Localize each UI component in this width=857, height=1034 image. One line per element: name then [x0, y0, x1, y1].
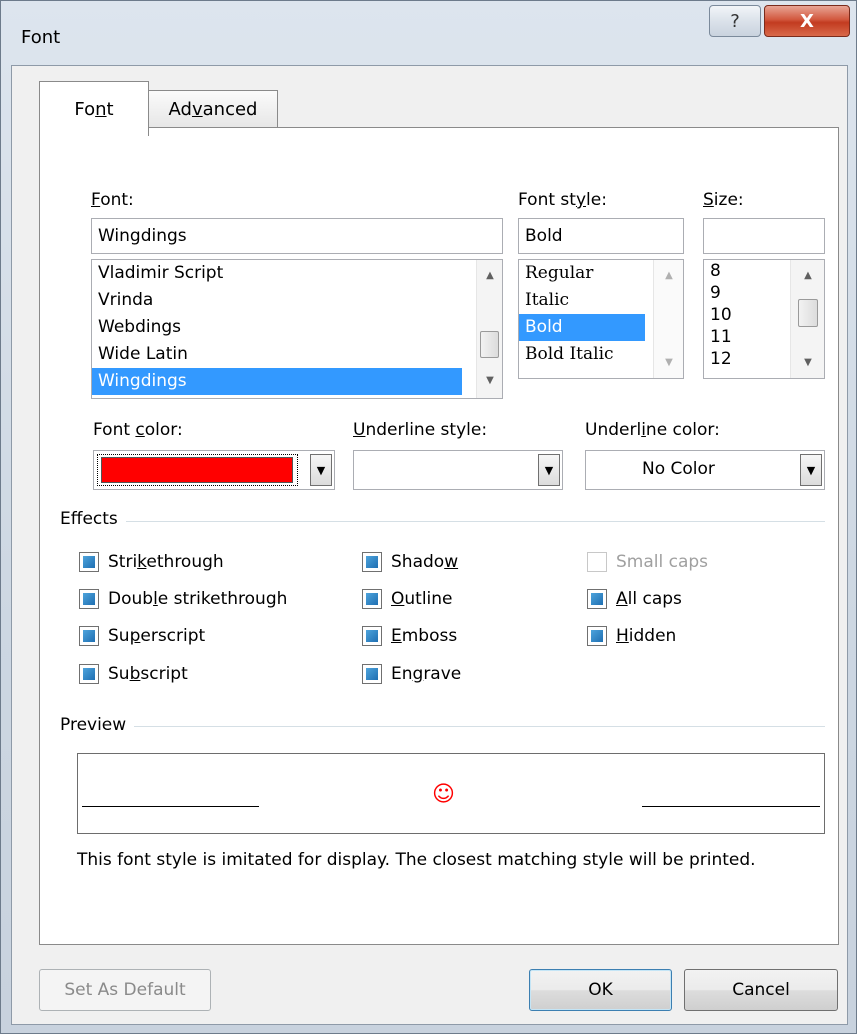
checkbox-indeterminate-icon	[587, 589, 607, 609]
dialog-client: Advanced Font Font: Font style: Size: Wi…	[11, 65, 848, 1025]
smiley-icon: ☺	[432, 782, 455, 807]
chevron-down-icon[interactable]: ▼	[800, 454, 822, 486]
shadow-checkbox[interactable]: Shadow	[362, 552, 458, 572]
scroll-down-arrow-icon[interactable]: ▼	[480, 371, 500, 391]
size-input[interactable]	[703, 218, 825, 254]
font-style-label: Font style:	[518, 190, 607, 210]
scroll-thumb[interactable]	[480, 331, 499, 358]
superscript-checkbox[interactable]: Superscript	[79, 626, 205, 646]
cancel-button[interactable]: Cancel	[684, 969, 838, 1011]
checkbox-indeterminate-icon	[79, 626, 99, 646]
outline-label: Outline	[391, 589, 453, 609]
font-tab-panel: Font: Font style: Size: Wingdings Bold V…	[39, 127, 839, 945]
list-item[interactable]: Vrinda	[92, 287, 502, 314]
font-color-label: Font color:	[93, 420, 183, 440]
list-item-selected[interactable]: Wingdings	[92, 368, 462, 395]
scroll-up-arrow-icon[interactable]: ▲	[480, 266, 500, 286]
checkbox-indeterminate-icon	[362, 552, 382, 572]
help-icon: ?	[730, 10, 740, 32]
outline-checkbox[interactable]: Outline	[362, 589, 453, 609]
font-color-swatch	[101, 457, 293, 483]
checkbox-indeterminate-icon	[362, 664, 382, 684]
tab-font[interactable]: Font	[39, 81, 149, 136]
chevron-down-icon[interactable]: ▼	[310, 454, 332, 486]
scroll-down-arrow-icon[interactable]: ▼	[798, 353, 818, 373]
font-list-scrollbar[interactable]: ▲ ▼	[476, 260, 502, 398]
hidden-checkbox[interactable]: Hidden	[587, 626, 676, 646]
chevron-down-icon[interactable]: ▼	[538, 454, 560, 486]
list-item[interactable]: Webdings	[92, 314, 502, 341]
font-style-input[interactable]: Bold	[518, 218, 684, 254]
dialog-title: Font	[21, 27, 61, 48]
shadow-label: Shadow	[391, 552, 459, 572]
title-bar: Font ? X	[1, 1, 856, 65]
underline-color-select[interactable]: No Color ▼	[585, 450, 825, 490]
list-item[interactable]: Vladimir Script	[92, 260, 502, 287]
engrave-checkbox[interactable]: Engrave	[362, 664, 461, 684]
emboss-checkbox[interactable]: Emboss	[362, 626, 457, 646]
list-item-selected[interactable]: Bold	[519, 314, 645, 341]
font-color-picker[interactable]: ▼	[93, 450, 335, 490]
underline-color-label: Underline color:	[585, 420, 720, 440]
double-strikethrough-label: Double strikethrough	[108, 589, 288, 609]
preview-note: This font style is imitated for display.…	[77, 850, 756, 870]
font-label: Font:	[91, 190, 134, 210]
font-style-list[interactable]: Regular Italic Bold Bold Italic ▲ ▼	[518, 259, 684, 379]
preview-line-left	[82, 806, 259, 807]
double-strikethrough-checkbox[interactable]: Double strikethrough	[79, 589, 287, 609]
preview-box: ☺	[77, 753, 825, 834]
strikethrough-checkbox[interactable]: Strikethrough	[79, 552, 224, 572]
checkbox-empty-icon	[587, 552, 607, 572]
hidden-label: Hidden	[616, 626, 677, 646]
tab-font-label: Font	[74, 98, 114, 120]
small-caps-checkbox: Small caps	[587, 552, 708, 572]
small-caps-label: Small caps	[616, 552, 709, 572]
underline-color-value: No Color	[642, 459, 715, 479]
scroll-up-arrow-icon[interactable]: ▲	[659, 266, 679, 286]
list-item[interactable]: Wide Latin	[92, 341, 462, 368]
superscript-label: Superscript	[108, 626, 206, 646]
subscript-checkbox[interactable]: Subscript	[79, 664, 188, 684]
all-caps-checkbox[interactable]: All caps	[587, 589, 682, 609]
checkbox-indeterminate-icon	[79, 589, 99, 609]
preview-line-right	[642, 806, 820, 807]
scroll-up-arrow-icon[interactable]: ▲	[798, 266, 818, 286]
underline-style-select[interactable]: ▼	[353, 450, 563, 490]
font-style-scrollbar[interactable]: ▲ ▼	[653, 260, 683, 378]
tab-advanced-label: Advanced	[168, 99, 258, 120]
scroll-down-arrow-icon[interactable]: ▼	[659, 353, 679, 373]
strikethrough-label: Strikethrough	[108, 552, 224, 572]
help-button[interactable]: ?	[709, 5, 761, 37]
effects-title: Effects	[60, 509, 126, 529]
checkbox-indeterminate-icon	[362, 626, 382, 646]
effects-divider	[60, 521, 825, 522]
checkbox-indeterminate-icon	[587, 626, 607, 646]
checkbox-indeterminate-icon	[79, 664, 99, 684]
size-label: Size:	[703, 190, 744, 210]
set-as-default-button[interactable]: Set As Default	[39, 969, 211, 1011]
font-name-input[interactable]: Wingdings	[91, 218, 503, 254]
emboss-label: Emboss	[391, 626, 458, 646]
checkbox-indeterminate-icon	[362, 589, 382, 609]
ok-button[interactable]: OK	[529, 969, 672, 1011]
underline-style-label: Underline style:	[353, 420, 488, 440]
all-caps-label: All caps	[616, 589, 682, 609]
tab-advanced[interactable]: Advanced	[148, 90, 278, 128]
checkbox-indeterminate-icon	[79, 552, 99, 572]
close-icon: X	[800, 10, 814, 32]
subscript-label: Subscript	[108, 664, 188, 684]
size-list-scrollbar[interactable]: ▲ ▼	[790, 260, 824, 378]
close-button[interactable]: X	[764, 5, 850, 37]
preview-divider	[60, 726, 825, 727]
font-list[interactable]: Vladimir Script Vrinda Webdings Wide Lat…	[91, 259, 503, 399]
size-list[interactable]: 8 9 10 11 12 ▲ ▼	[703, 259, 825, 379]
preview-title: Preview	[60, 715, 135, 735]
engrave-label: Engrave	[391, 664, 462, 684]
font-dialog: Font ? X Advanced Font Font: Font style:…	[0, 0, 857, 1034]
scroll-thumb[interactable]	[798, 299, 818, 327]
